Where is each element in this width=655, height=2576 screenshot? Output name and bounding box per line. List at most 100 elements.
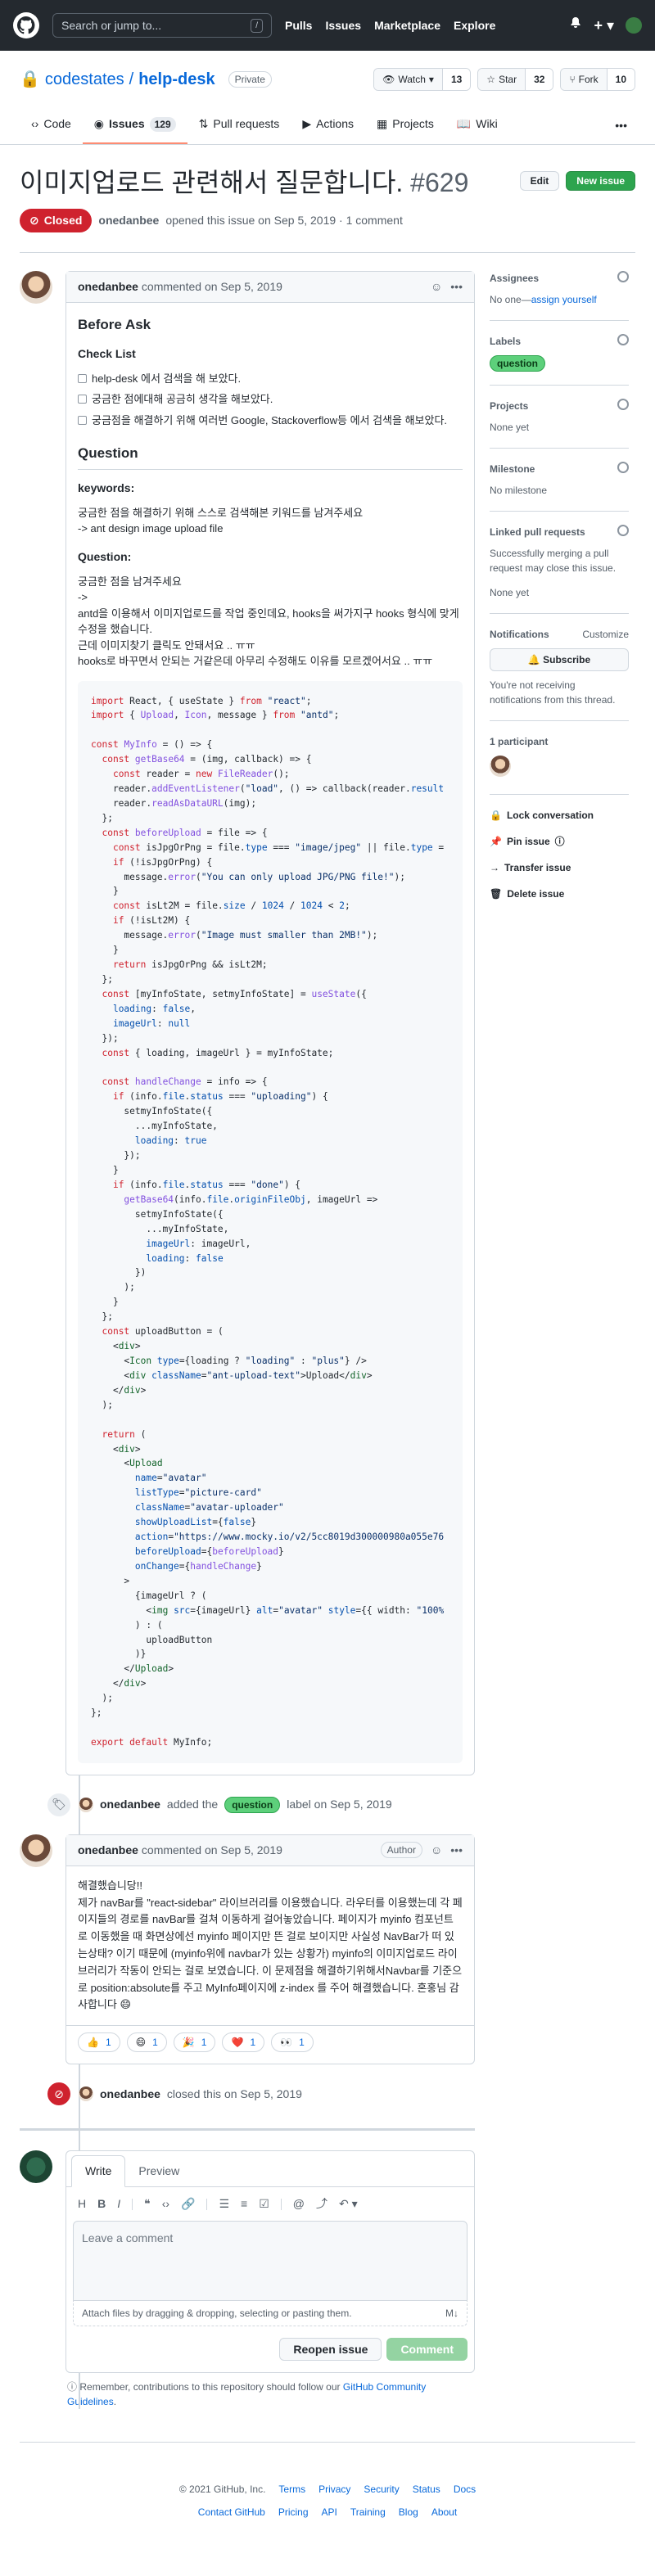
link-icon[interactable]: 🔗 xyxy=(181,2195,195,2213)
comment-author[interactable]: onedanbee xyxy=(78,278,138,295)
kebab-icon[interactable]: ••• xyxy=(450,278,463,295)
footer-link[interactable]: Pricing xyxy=(278,2505,309,2520)
repo-owner-link[interactable]: codestates xyxy=(45,67,124,92)
watch-count: 13 xyxy=(441,69,471,90)
plus-icon[interactable]: + ▾ xyxy=(594,15,614,37)
question-label[interactable]: question xyxy=(490,355,545,372)
footer-link[interactable]: Status xyxy=(413,2482,440,2497)
user-avatar[interactable] xyxy=(626,17,642,34)
checkbox[interactable] xyxy=(78,373,87,383)
delete-issue[interactable]: 🗑 Delete issue xyxy=(490,886,629,901)
gear-icon[interactable] xyxy=(617,462,629,473)
reaction-hooray[interactable]: 🎉 1 xyxy=(173,2032,216,2053)
gear-icon[interactable] xyxy=(617,271,629,282)
mention-icon[interactable]: @ xyxy=(293,2195,305,2213)
footer-link[interactable]: Security xyxy=(364,2482,399,2497)
footer-link[interactable]: Terms xyxy=(278,2482,305,2497)
star-button[interactable]: ☆ Star 32 xyxy=(477,68,554,91)
smiley-icon[interactable]: ☺ xyxy=(431,1842,442,1859)
tab-issues[interactable]: ◉ Issues 129 xyxy=(82,115,187,144)
tab-code[interactable]: ‹› Code xyxy=(20,115,83,144)
smiley-icon[interactable]: ☺ xyxy=(431,278,442,295)
avatar[interactable] xyxy=(20,1834,52,1867)
reopen-issue-button[interactable]: Reopen issue xyxy=(279,2338,382,2362)
nav-issues[interactable]: Issues xyxy=(325,17,361,34)
footer-link[interactable]: Training xyxy=(350,2505,386,2520)
tab-preview[interactable]: Preview xyxy=(125,2156,192,2186)
avatar[interactable] xyxy=(79,1797,93,1812)
new-issue-button[interactable]: New issue xyxy=(566,171,635,191)
tab-projects[interactable]: ▦ Projects xyxy=(365,115,445,144)
pin-issue[interactable]: 📌 Pin issue ⓘ xyxy=(490,834,629,849)
comment-author[interactable]: onedanbee xyxy=(78,1842,138,1859)
label-event: 🏷 onedanbee added the question label on S… xyxy=(20,1791,475,1818)
checkbox[interactable] xyxy=(78,415,87,425)
nav-pulls[interactable]: Pulls xyxy=(285,17,312,34)
nav-explore[interactable]: Explore xyxy=(454,17,495,34)
tab-actions[interactable]: ▶ Actions xyxy=(291,115,365,144)
edit-button[interactable]: Edit xyxy=(519,171,560,191)
heading-keywords: keywords: xyxy=(78,480,135,494)
tab-write[interactable]: Write xyxy=(71,2155,126,2188)
play-icon: ▶ xyxy=(302,117,312,130)
repo-name-link[interactable]: help-desk xyxy=(138,67,215,92)
heading-icon[interactable]: H xyxy=(78,2195,86,2213)
more-icon[interactable]: ••• xyxy=(607,117,635,144)
search-input[interactable]: Search or jump to... / xyxy=(52,13,272,38)
watch-button[interactable]: 👁 Watch ▾ 13 xyxy=(373,68,472,91)
avatar[interactable] xyxy=(490,756,511,777)
footer-link[interactable]: Privacy xyxy=(318,2482,350,2497)
avatar[interactable] xyxy=(20,2150,52,2184)
question-label[interactable]: question xyxy=(224,1796,281,1813)
tab-wiki[interactable]: 📖 Wiki xyxy=(445,115,509,144)
pin-icon: 📌 xyxy=(490,836,502,847)
nav-marketplace[interactable]: Marketplace xyxy=(374,17,440,34)
quote-icon[interactable]: ❝ xyxy=(144,2195,151,2213)
footer-link[interactable]: Docs xyxy=(454,2482,476,2497)
footer-link[interactable]: About xyxy=(431,2505,457,2520)
github-logo-icon[interactable] xyxy=(13,12,39,38)
checkbox[interactable] xyxy=(78,395,87,404)
kebab-icon[interactable]: ••• xyxy=(450,1842,463,1859)
fork-icon: ⑂ xyxy=(569,74,576,85)
gear-icon[interactable] xyxy=(617,525,629,536)
numbered-list-icon[interactable]: ≡ xyxy=(241,2195,247,2213)
issue-author[interactable]: onedanbee xyxy=(98,212,159,229)
tab-pull-requests[interactable]: ⇅ Pull requests xyxy=(187,115,291,144)
tasklist-icon[interactable]: ☑ xyxy=(259,2195,269,2213)
comment-textarea[interactable]: Leave a comment xyxy=(73,2221,468,2302)
reaction-heart[interactable]: ❤️ 1 xyxy=(222,2032,265,2053)
gear-icon[interactable] xyxy=(617,334,629,345)
assign-yourself-link[interactable]: assign yourself xyxy=(531,294,597,305)
fork-button[interactable]: ⑂ Fork 10 xyxy=(560,68,635,91)
lock-conversation[interactable]: 🔒 Lock conversation xyxy=(490,808,629,823)
list-icon[interactable]: ☰ xyxy=(219,2195,229,2213)
reply-icon[interactable]: ↶ ▾ xyxy=(339,2195,358,2213)
footer-link[interactable]: Contact GitHub xyxy=(198,2505,265,2520)
gear-icon[interactable] xyxy=(617,399,629,410)
checklist-item: 궁금점을 해결하기 위해 여러번 Google, Stackoverflow등 … xyxy=(78,413,463,429)
code-icon[interactable]: ‹› xyxy=(162,2195,169,2213)
lock-icon: 🔒 xyxy=(20,70,40,88)
arrow-right-icon: → xyxy=(490,862,499,873)
italic-icon[interactable]: I xyxy=(117,2195,120,2213)
attach-area[interactable]: Attach files by dragging & dropping, sel… xyxy=(73,2301,468,2327)
footer-link[interactable]: API xyxy=(322,2505,337,2520)
transfer-issue[interactable]: → Transfer issue xyxy=(490,860,629,875)
subscribe-button[interactable]: 🔔 Subscribe xyxy=(490,648,629,671)
reaction-thumbs-up[interactable]: 👍 1 xyxy=(78,2032,120,2053)
private-badge: Private xyxy=(228,71,272,88)
closed-issue-icon: ⊘ xyxy=(46,2081,72,2108)
star-icon: ☆ xyxy=(486,74,496,85)
footer-link[interactable]: Blog xyxy=(399,2505,418,2520)
avatar[interactable] xyxy=(79,2087,93,2102)
bell-icon[interactable] xyxy=(569,16,582,34)
slash-shortcut: / xyxy=(251,18,263,33)
reaction-eyes[interactable]: 👀 1 xyxy=(271,2032,314,2053)
comment-button[interactable]: Comment xyxy=(386,2338,468,2362)
bold-icon[interactable]: B xyxy=(97,2195,106,2213)
customize-link[interactable]: Customize xyxy=(582,627,629,642)
avatar[interactable] xyxy=(20,271,52,304)
reference-icon[interactable]: ⤴ xyxy=(316,2195,328,2213)
reaction-smile[interactable]: 😄 1 xyxy=(126,2032,167,2053)
